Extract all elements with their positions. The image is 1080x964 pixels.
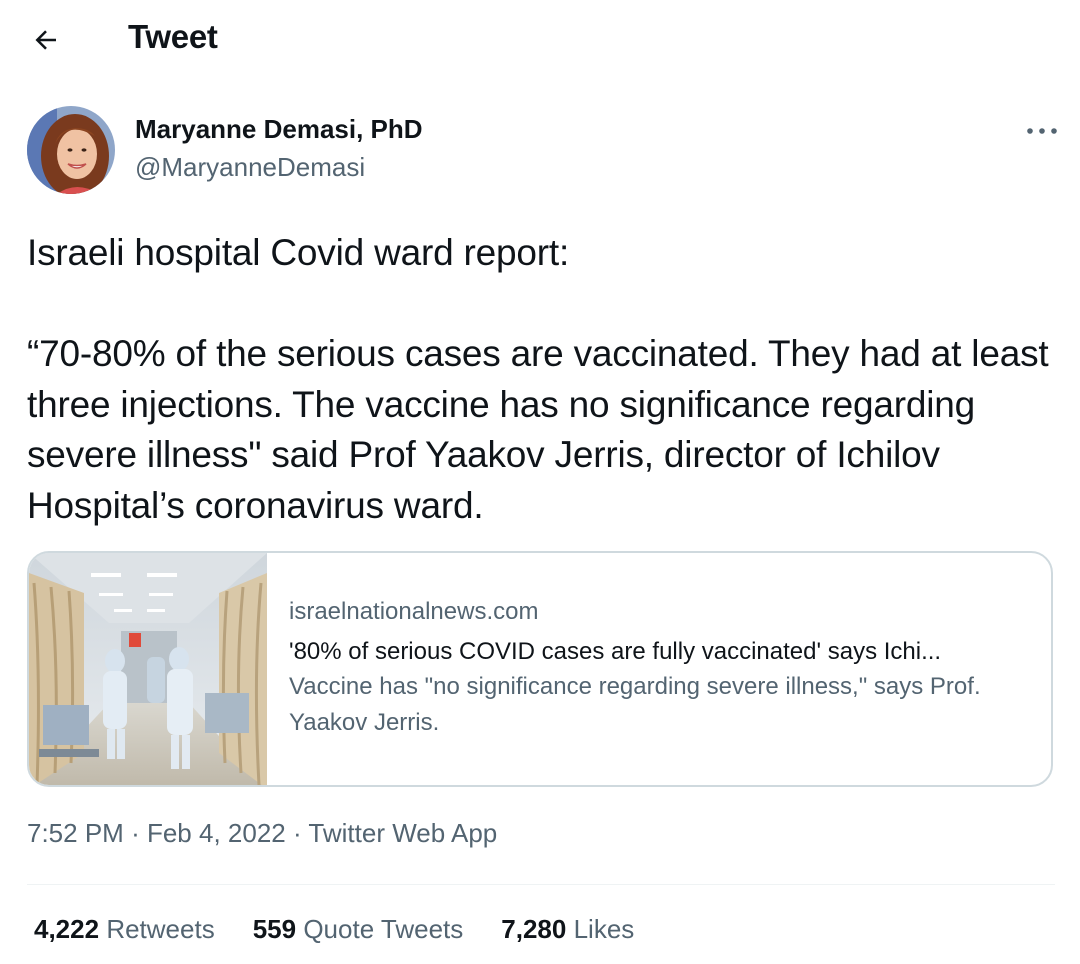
link-card[interactable]: israelnationalnews.com '80% of serious C… (27, 551, 1053, 787)
quote-tweets-stat[interactable]: 559 Quote Tweets (253, 914, 464, 945)
avatar[interactable] (27, 106, 115, 194)
link-card-domain: israelnationalnews.com (289, 598, 539, 625)
link-card-description: Vaccine has "no significance regarding s… (289, 673, 981, 736)
engagement-stats: 4,222 Retweets 559 Quote Tweets 7,280 Li… (34, 914, 672, 945)
top-bar: Tweet (0, 0, 1080, 80)
more-button[interactable] (1022, 118, 1062, 144)
arrow-left-icon (35, 30, 56, 50)
divider (27, 884, 1055, 885)
tweet-time[interactable]: 7:52 PM (27, 818, 124, 848)
more-horizontal-icon (1027, 128, 1057, 134)
quote-tweets-count: 559 (252, 914, 297, 944)
retweets-label: Retweets (106, 914, 215, 944)
tweet-meta: 7:52 PM · Feb 4, 2022 · Twitter Web App (27, 818, 497, 849)
likes-count: 7,280 (501, 914, 567, 944)
likes-label: Likes (573, 914, 635, 944)
author-handle[interactable]: @MaryanneDemasi (135, 152, 365, 183)
meta-separator: · (292, 818, 302, 848)
meta-separator: · (131, 818, 140, 848)
link-card-title: '80% of serious COVID cases are fully va… (289, 638, 942, 665)
author-name[interactable]: Maryanne Demasi, PhD (135, 114, 423, 145)
page-title: Tweet (128, 18, 218, 55)
quote-tweets-label: Quote Tweets (303, 914, 464, 944)
tweet-text: Israeli hospital Covid ward report: “70-… (27, 232, 1049, 526)
avatar-image (27, 106, 115, 194)
retweets-count: 4,222 (34, 914, 100, 944)
retweets-stat[interactable]: 4,222 Retweets (34, 914, 215, 945)
tweet-source[interactable]: Twitter Web App (308, 818, 497, 848)
link-card-image (29, 553, 267, 785)
back-button[interactable] (22, 18, 70, 62)
likes-stat[interactable]: 7,280 Likes (501, 914, 634, 945)
tweet-date[interactable]: Feb 4, 2022 (147, 818, 286, 848)
